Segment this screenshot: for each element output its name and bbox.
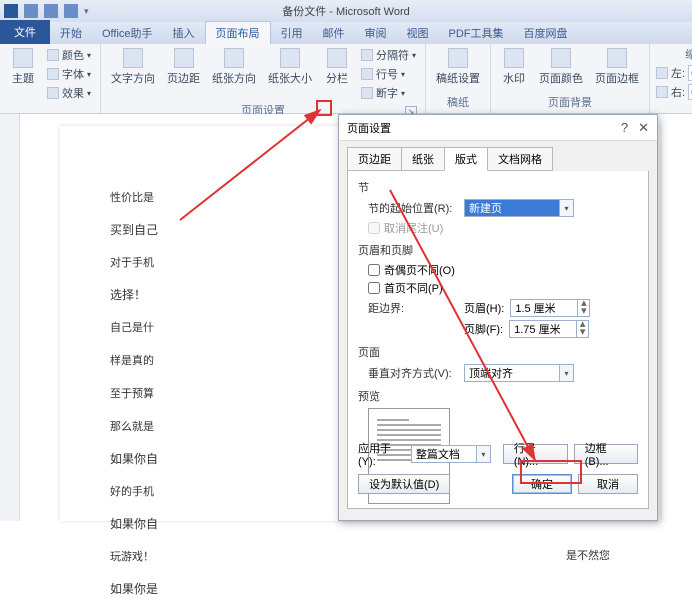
valign-label: 垂直对齐方式(V): <box>368 365 458 381</box>
chevron-down-icon: ▾ <box>559 365 573 381</box>
group-themes: 主题 颜色▾ 字体▾ 效果▾ <box>0 44 101 113</box>
tab-file[interactable]: 文件 <box>0 20 50 44</box>
page-color-button[interactable]: 页面颜色 <box>535 46 587 88</box>
effects-button[interactable]: 效果▾ <box>44 84 94 102</box>
group-label-paper: 稿纸 <box>432 94 484 111</box>
hf-title: 页眉和页脚 <box>358 242 638 258</box>
indent-right-input[interactable]: 0 字符▴▾ <box>688 84 692 100</box>
tab-mailings[interactable]: 邮件 <box>313 22 355 44</box>
dialog-footer: 应用于(Y): 整篇文档▾ 行号(N)... 边框(B)... 设为默认值(D)… <box>358 440 638 500</box>
ribbon: 主题 颜色▾ 字体▾ 效果▾ 文字方向 页边距 纸张方向 纸张大小 分栏 分隔符… <box>0 44 692 114</box>
ribbon-tabs: 文件 开始 Office助手 插入 页面布局 引用 邮件 审阅 视图 PDF工具… <box>0 22 692 44</box>
word-icon <box>4 4 18 18</box>
first-page-checkbox[interactable] <box>368 282 380 294</box>
group-label-themes <box>6 110 94 111</box>
suppress-endnotes-label: 取消尾注(U) <box>384 220 443 236</box>
tab-office[interactable]: Office助手 <box>92 22 163 44</box>
group-paper: 稿纸设置 稿纸 <box>426 44 491 113</box>
indent-left-input[interactable]: 0 字符▴▾ <box>688 65 692 81</box>
section-start-select[interactable]: 新建页▾ <box>464 199 574 217</box>
group-background: 水印 页面颜色 页面边框 页面背景 <box>491 44 650 113</box>
chevron-down-icon: ▾ <box>476 446 490 462</box>
hyphenation-button[interactable]: 断字▾ <box>358 84 419 102</box>
page-fieldset: 页面 垂直对齐方式(V): 顶端对齐▾ <box>358 344 638 382</box>
indent-header: 缩进 <box>656 46 692 62</box>
breaks-button[interactable]: 分隔符▾ <box>358 46 419 64</box>
indent-left-icon <box>656 67 668 79</box>
odd-even-label: 奇偶页不同(O) <box>384 262 455 278</box>
quick-access-toolbar: ▾ 备份文件 - Microsoft Word <box>0 0 692 22</box>
page-setup-dialog: 页面设置 ? ✕ 页边距 纸张 版式 文档网格 节 节的起始位置(R): 新建页… <box>338 114 658 521</box>
suppress-endnotes-checkbox <box>368 222 380 234</box>
valign-select[interactable]: 顶端对齐▾ <box>464 364 574 382</box>
tab-home[interactable]: 开始 <box>50 22 92 44</box>
indent-right-icon <box>656 86 668 98</box>
chevron-down-icon: ▾ <box>559 200 573 216</box>
orientation-button[interactable]: 纸张方向 <box>208 46 260 88</box>
dialog-title: 页面设置 <box>347 120 391 136</box>
footer-dist-label: 页脚(F): <box>464 321 503 337</box>
borders-dialog-button[interactable]: 边框(B)... <box>574 444 638 464</box>
first-page-label: 首页不同(P) <box>384 280 443 296</box>
redo-icon[interactable] <box>64 4 78 18</box>
dialog-close-button[interactable]: ✕ <box>638 120 649 136</box>
footer-distance-input[interactable]: 1.75 厘米▴▾ <box>509 320 589 338</box>
distance-label: 距边界: <box>368 300 458 316</box>
margins-button[interactable]: 页边距 <box>163 46 204 88</box>
tab-pdf[interactable]: PDF工具集 <box>439 22 514 44</box>
watermark-button[interactable]: 水印 <box>497 46 531 88</box>
tab-references[interactable]: 引用 <box>271 22 313 44</box>
group-paragraph: 缩进 左:0 字符▴▾ 右:0 字符▴▾ 间距 段前:0 行▴▾ 段后:0 行▴… <box>650 44 692 113</box>
tab-baidu[interactable]: 百度网盘 <box>514 22 578 44</box>
page-border-button[interactable]: 页面边框 <box>591 46 643 88</box>
size-button[interactable]: 纸张大小 <box>264 46 316 88</box>
page-title: 页面 <box>358 344 638 360</box>
header-footer-fieldset: 页眉和页脚 奇偶页不同(O) 首页不同(P) 距边界: 页眉(H): 1.5 厘… <box>358 242 638 338</box>
dialog-titlebar: 页面设置 ? ✕ <box>339 115 657 141</box>
header-dist-label: 页眉(H): <box>464 300 504 316</box>
preview-title: 预览 <box>358 388 638 404</box>
apply-to-select[interactable]: 整篇文档▾ <box>411 445 491 463</box>
group-page-setup: 文字方向 页边距 纸张方向 纸张大小 分栏 分隔符▾ 行号▾ 断字▾ 页面设置↘ <box>101 44 426 113</box>
app-title: 备份文件 - Microsoft Word <box>282 3 410 19</box>
section-fieldset: 节 节的起始位置(R): 新建页▾ 取消尾注(U) <box>358 179 638 236</box>
tab-insert[interactable]: 插入 <box>163 22 205 44</box>
tab-review[interactable]: 审阅 <box>355 22 397 44</box>
ok-button[interactable]: 确定 <box>512 474 572 494</box>
columns-button[interactable]: 分栏 <box>320 46 354 88</box>
dialog-help-button[interactable]: ? <box>621 120 628 136</box>
colors-button[interactable]: 颜色▾ <box>44 46 94 64</box>
dialog-tab-margins[interactable]: 页边距 <box>347 147 402 171</box>
dialog-tabs: 页边距 纸张 版式 文档网格 <box>339 141 657 171</box>
section-start-label: 节的起始位置(R): <box>368 200 458 216</box>
indent-left-row: 左:0 字符▴▾ <box>656 65 692 81</box>
section-title: 节 <box>358 179 638 195</box>
cancel-button[interactable]: 取消 <box>578 474 638 494</box>
apply-to-label: 应用于(Y): <box>358 440 405 468</box>
dialog-body: 节 节的起始位置(R): 新建页▾ 取消尾注(U) 页眉和页脚 奇偶页不同(O)… <box>347 171 649 509</box>
manuscript-button[interactable]: 稿纸设置 <box>432 46 484 88</box>
odd-even-checkbox[interactable] <box>368 264 380 276</box>
text-direction-button[interactable]: 文字方向 <box>107 46 159 88</box>
group-label-background: 页面背景 <box>497 94 643 111</box>
tab-page-layout[interactable]: 页面布局 <box>205 21 271 44</box>
line-numbers-dialog-button[interactable]: 行号(N)... <box>503 444 568 464</box>
dialog-tab-paper[interactable]: 纸张 <box>401 147 445 171</box>
themes-button[interactable]: 主题 <box>6 46 40 88</box>
indent-right-row: 右:0 字符▴▾ <box>656 84 692 100</box>
qat-customize-icon[interactable]: ▾ <box>84 6 89 17</box>
vertical-ruler <box>0 114 20 521</box>
header-distance-input[interactable]: 1.5 厘米▴▾ <box>510 299 590 317</box>
undo-icon[interactable] <box>44 4 58 18</box>
line-numbers-button[interactable]: 行号▾ <box>358 65 419 83</box>
set-default-button[interactable]: 设为默认值(D) <box>358 474 450 494</box>
save-icon[interactable] <box>24 4 38 18</box>
fonts-button[interactable]: 字体▾ <box>44 65 94 83</box>
dialog-tab-grid[interactable]: 文档网格 <box>487 147 553 171</box>
dialog-tab-layout[interactable]: 版式 <box>444 147 488 171</box>
tab-view[interactable]: 视图 <box>397 22 439 44</box>
